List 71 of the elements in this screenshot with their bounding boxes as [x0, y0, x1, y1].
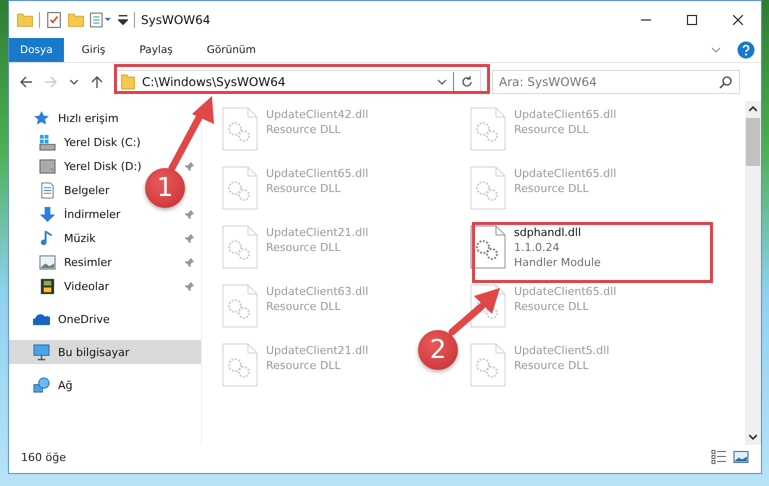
- picture-icon: [39, 254, 56, 270]
- address-bar[interactable]: C:\Windows\SysWOW64: [115, 70, 481, 94]
- sidebar-item[interactable]: Bu bilgisayar: [9, 340, 201, 364]
- file-detail: Handler Module: [514, 255, 601, 270]
- minimize-icon[interactable]: [641, 18, 651, 20]
- item-count: 160 öğe: [21, 450, 66, 464]
- folder-icon[interactable]: [17, 12, 33, 28]
- window-title: SysWOW64: [141, 12, 210, 26]
- drive-icon: [39, 134, 56, 150]
- network-icon: [33, 376, 50, 394]
- file-detail: Resource DLL: [514, 181, 589, 196]
- file-detail: Resource DLL: [266, 122, 341, 137]
- large-icons-view-icon[interactable]: [733, 449, 749, 465]
- sidebar-item[interactable]: OneDrive: [58, 312, 110, 326]
- pin-icon[interactable]: [184, 256, 195, 268]
- scrollbar-thumb[interactable]: [746, 118, 760, 166]
- pin-icon[interactable]: [184, 232, 195, 244]
- recent-locations-caret-icon[interactable]: [69, 77, 79, 87]
- pin-icon[interactable]: [184, 280, 195, 292]
- scroll-down-icon[interactable]: [748, 432, 758, 442]
- up-arrow-icon[interactable]: [90, 75, 104, 89]
- search-field[interactable]: Ara: SysWOW64: [492, 70, 740, 94]
- file-detail: Resource DLL: [514, 358, 589, 373]
- sidebar-label: Bu bilgisayar: [58, 346, 130, 358]
- dropdown-caret-icon[interactable]: [437, 77, 447, 87]
- close-icon[interactable]: [733, 14, 743, 24]
- file-detail: 1.1.0.24: [514, 240, 560, 255]
- expand-ribbon-icon[interactable]: [711, 45, 721, 55]
- file-detail: Resource DLL: [266, 181, 341, 196]
- file-detail: Resource DLL: [514, 299, 589, 314]
- properties-icon[interactable]: [46, 12, 62, 28]
- file-detail: Resource DLL: [266, 240, 341, 255]
- view-dropdown-icon[interactable]: [90, 12, 112, 28]
- file-detail: Resource DLL: [266, 358, 341, 373]
- sidebar-item[interactable]: Ağ: [58, 378, 73, 392]
- sidebar-item[interactable]: İndirmeler: [64, 208, 120, 220]
- scroll-up-icon[interactable]: [748, 104, 758, 114]
- file-detail: Resource DLL: [266, 299, 341, 314]
- help-icon[interactable]: [737, 41, 755, 59]
- star-icon: [33, 110, 50, 126]
- sidebar-item[interactable]: Resimler: [64, 256, 112, 268]
- sidebar-item[interactable]: Hızlı erişim: [58, 112, 119, 124]
- folder-icon: [120, 74, 136, 90]
- sidebar-item[interactable]: Yerel Disk (C:): [64, 136, 141, 148]
- folder-icon[interactable]: [68, 12, 84, 28]
- refresh-icon[interactable]: [460, 75, 474, 89]
- sidebar-item[interactable]: Videolar: [64, 280, 110, 292]
- maximize-icon[interactable]: [687, 14, 697, 24]
- pointer-arrow: [448, 288, 500, 336]
- search-icon[interactable]: [719, 75, 733, 89]
- file-detail: Resource DLL: [514, 122, 589, 137]
- document-icon: [39, 182, 56, 198]
- pin-icon[interactable]: [184, 160, 195, 172]
- pin-icon[interactable]: [184, 208, 195, 220]
- ribbon-tab[interactable]: Görünüm: [190, 38, 272, 62]
- sidebar-item[interactable]: Yerel Disk (D:): [64, 160, 142, 172]
- ribbon-tab[interactable]: Dosya: [9, 38, 64, 62]
- file-gears-icon[interactable]: [470, 225, 506, 269]
- back-arrow-icon[interactable]: [19, 75, 33, 89]
- sidebar-item[interactable]: Belgeler: [64, 184, 110, 196]
- monitor-icon: [33, 344, 50, 360]
- sidebar-item[interactable]: Müzik: [64, 232, 96, 244]
- customize-caret-icon[interactable]: [118, 14, 128, 24]
- down-arrow-icon: [39, 206, 56, 222]
- film-icon: [39, 278, 56, 294]
- drive-icon: [39, 158, 56, 174]
- address-path: C:\Windows\SysWOW64: [142, 75, 286, 89]
- details-view-icon[interactable]: [711, 449, 727, 465]
- ribbon-tab[interactable]: Paylaş: [123, 38, 189, 62]
- ribbon-tab[interactable]: Giriş: [66, 38, 122, 62]
- file-name[interactable]: sdphandl.dll: [514, 225, 582, 240]
